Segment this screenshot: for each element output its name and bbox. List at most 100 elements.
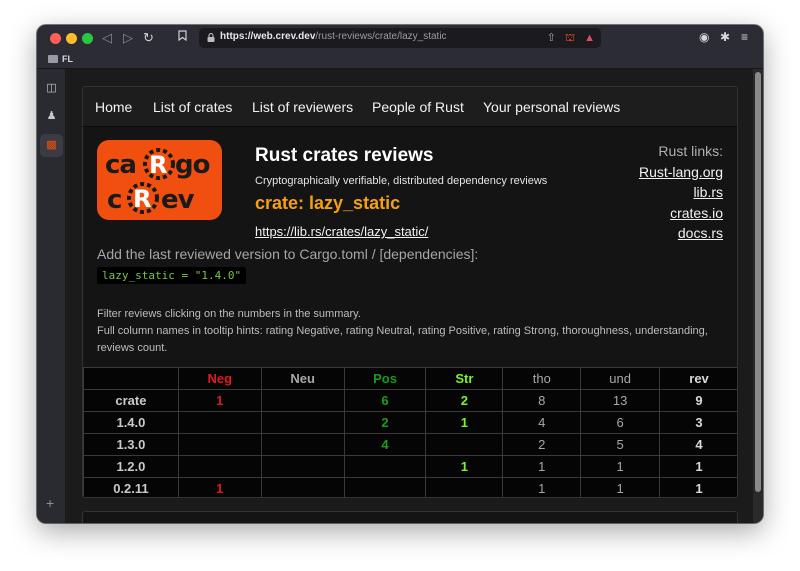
bookmarks-bar: FL xyxy=(37,51,763,69)
close-window-button[interactable] xyxy=(50,33,61,44)
table-row: 1.3.0 4 2 5 4 xyxy=(83,433,737,456)
cell-str[interactable] xyxy=(425,433,504,456)
cell-neu[interactable] xyxy=(260,433,345,456)
row-label: 1.2.0 xyxy=(83,455,179,478)
header-blank xyxy=(83,367,179,390)
row-label: 1.4.0 xyxy=(83,411,179,434)
cell-neg[interactable] xyxy=(177,455,262,478)
cargo-toml-hint: Add the last reviewed version to Cargo.t… xyxy=(97,246,479,262)
cell-neg[interactable]: 1 xyxy=(177,389,262,412)
nav-list-of-reviewers[interactable]: List of reviewers xyxy=(252,99,353,115)
cell-rev[interactable]: 4 xyxy=(659,433,737,456)
row-label: 1.3.0 xyxy=(83,433,179,456)
url-text: https://web.crev.dev/rust-reviews/crate/… xyxy=(220,31,447,42)
sidebar-panel-icon[interactable]: ◫ xyxy=(44,81,59,96)
header-rev: rev xyxy=(659,367,737,390)
sidebar-crev-icon[interactable]: ▩ xyxy=(44,138,59,153)
cell-pos[interactable] xyxy=(343,477,427,497)
docs-rs-link[interactable]: docs.rs xyxy=(678,225,723,241)
cell-rev[interactable]: 3 xyxy=(659,411,737,434)
browser-sidebar: ◫ ♟ ▩ + xyxy=(37,69,66,523)
page-scrollbar[interactable] xyxy=(753,69,763,523)
header-neg: Neg xyxy=(177,367,262,390)
nav-home[interactable]: Home xyxy=(95,99,132,115)
cell-str[interactable] xyxy=(425,477,504,497)
cell-tho: 1 xyxy=(502,477,582,497)
bookmark-folder-fl[interactable]: FL xyxy=(62,54,73,64)
table-row: crate 1 6 2 8 13 9 xyxy=(83,389,737,412)
cell-pos[interactable]: 4 xyxy=(343,433,427,456)
cell-und: 6 xyxy=(580,411,661,434)
cell-rev[interactable]: 9 xyxy=(659,389,737,412)
librs-crate-link[interactable]: https://lib.rs/crates/lazy_static/ xyxy=(255,224,428,239)
brave-rewards-icon[interactable]: ▲ xyxy=(584,32,595,44)
librs-link[interactable]: lib.rs xyxy=(693,184,723,200)
share-icon[interactable]: ⇧ xyxy=(547,32,556,44)
header-str: Str xyxy=(425,367,504,390)
forward-arrow-icon[interactable]: ▷ xyxy=(123,29,133,47)
cell-tho: 4 xyxy=(502,411,582,434)
crate-name: crate: lazy_static xyxy=(255,193,401,213)
sidebar-people-icon[interactable]: ♟ xyxy=(44,109,59,124)
rust-lang-link[interactable]: Rust-lang.org xyxy=(639,164,723,180)
cell-rev[interactable]: 1 xyxy=(659,455,737,478)
page-subtitle: Cryptographically verifiable, distribute… xyxy=(255,175,548,187)
summary-table: Neg Neu Pos Str tho und rev crate 1 6 2 … xyxy=(83,367,737,497)
table-row: 0.2.11 1 1 1 1 xyxy=(83,477,737,497)
back-arrow-icon[interactable]: ◁ xyxy=(102,29,112,47)
scrollbar-thumb[interactable] xyxy=(755,72,761,492)
bookmark-icon[interactable] xyxy=(178,29,187,47)
zoom-window-button[interactable] xyxy=(82,33,93,44)
cell-neu[interactable] xyxy=(260,477,345,497)
filter-note: Filter reviews clicking on the numbers i… xyxy=(97,306,727,357)
reload-icon[interactable]: ↻ xyxy=(143,29,154,47)
rust-links-heading: Rust links: xyxy=(658,143,723,159)
lock-icon xyxy=(207,33,215,42)
cell-neu[interactable] xyxy=(260,411,345,434)
nav-personal-reviews[interactable]: Your personal reviews xyxy=(483,99,620,115)
header-tho: tho xyxy=(502,367,582,390)
address-bar[interactable]: https://web.crev.dev/rust-reviews/crate/… xyxy=(199,28,601,48)
cell-und: 13 xyxy=(580,389,661,412)
browser-toolbar: ◁ ▷ ↻ https://web.crev.dev/rust-reviews/… xyxy=(37,25,763,51)
nav-list-of-crates[interactable]: List of crates xyxy=(153,99,232,115)
minimize-window-button[interactable] xyxy=(66,33,77,44)
menu-icon[interactable]: ≡ xyxy=(741,30,748,44)
svg-text:c: c xyxy=(107,185,121,215)
svg-text:R: R xyxy=(149,151,167,179)
sidebar-add-icon[interactable]: + xyxy=(46,495,54,511)
cell-neu[interactable] xyxy=(260,389,345,412)
cell-tho: 2 xyxy=(502,433,582,456)
cell-neg[interactable]: 1 xyxy=(177,477,262,497)
summary-header-row: Neg Neu Pos Str tho und rev xyxy=(83,367,737,390)
header-und: und xyxy=(580,367,661,390)
cell-neg[interactable] xyxy=(177,411,262,434)
cell-neg[interactable] xyxy=(177,433,262,456)
reviews-card xyxy=(82,511,738,523)
cell-neu[interactable] xyxy=(260,455,345,478)
cell-str[interactable]: 1 xyxy=(425,455,504,478)
folder-icon xyxy=(48,55,58,63)
page-viewport: Home List of crates List of reviewers Pe… xyxy=(67,69,753,523)
filter-note-line1: Filter reviews clicking on the numbers i… xyxy=(97,308,361,320)
svg-text:R: R xyxy=(133,185,151,213)
filter-note-line2: Full column names in tooltip hints: rati… xyxy=(97,325,708,354)
svg-text:ca: ca xyxy=(105,150,136,180)
cell-str[interactable]: 1 xyxy=(425,411,504,434)
header-pos: Pos xyxy=(343,367,427,390)
brave-shield-icon[interactable]: ⛫ xyxy=(565,32,575,44)
cell-pos[interactable]: 6 xyxy=(343,389,427,412)
cell-str[interactable]: 2 xyxy=(425,389,504,412)
cell-rev[interactable]: 1 xyxy=(659,477,737,497)
svg-text:go: go xyxy=(175,150,210,180)
puzzle-extensions-icon[interactable]: ✱ xyxy=(720,30,730,44)
extension-icon[interactable]: ◉ xyxy=(699,30,709,44)
cell-pos[interactable]: 2 xyxy=(343,411,427,434)
row-label: crate xyxy=(83,389,179,412)
cell-und: 5 xyxy=(580,433,661,456)
site-nav: Home List of crates List of reviewers Pe… xyxy=(83,87,737,127)
url-actions: ⇧ ⛫ ▲ xyxy=(547,31,595,46)
cell-pos[interactable] xyxy=(343,455,427,478)
crates-io-link[interactable]: crates.io xyxy=(670,205,723,221)
nav-people-of-rust[interactable]: People of Rust xyxy=(372,99,464,115)
